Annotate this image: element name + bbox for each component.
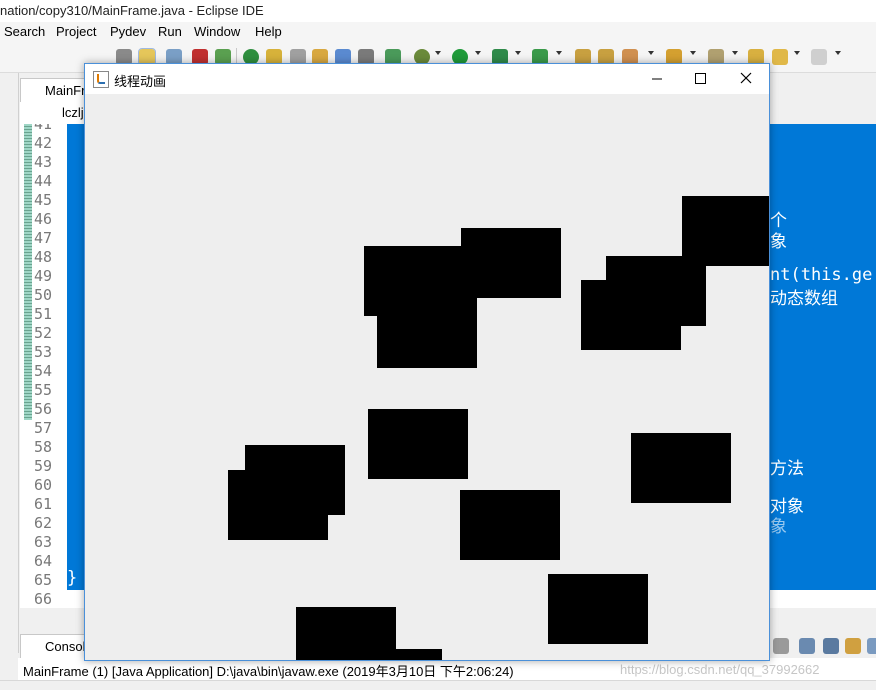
line-number: 63	[34, 533, 53, 551]
moving-rectangle	[631, 433, 731, 503]
moving-rectangle	[228, 470, 328, 540]
line-number: 52	[34, 324, 53, 342]
chevron-down-icon[interactable]	[648, 51, 654, 55]
line-number: 42	[34, 134, 53, 152]
scroll-lock-icon[interactable]	[799, 638, 815, 654]
line-number: 56	[34, 400, 53, 418]
watermark: https://blog.csdn.net/qq_37992662	[620, 662, 820, 677]
console-launch-info: MainFrame (1) [Java Application] D:\java…	[23, 664, 514, 679]
animation-canvas	[85, 94, 769, 660]
line-number: 53	[34, 343, 53, 361]
chevron-down-icon[interactable]	[435, 51, 441, 55]
menu-project[interactable]: Project	[56, 24, 96, 39]
breadcrumb-label: lczlj	[62, 105, 84, 120]
code-fragment: 象	[770, 517, 787, 537]
chevron-down-icon[interactable]	[475, 51, 481, 55]
java-cup-icon	[93, 71, 109, 88]
line-number: 47	[34, 229, 53, 247]
line-number: 61	[34, 495, 53, 513]
code-fragment: nt(this.ge	[770, 265, 873, 285]
breadcrumb[interactable]: lczlj	[20, 102, 86, 125]
console-tab[interactable]: Consol	[20, 634, 86, 659]
change-ruler	[24, 124, 32, 420]
code-fragment: 象	[770, 232, 787, 252]
code-fragment: 方法	[770, 459, 804, 479]
closing-brace: }	[67, 568, 78, 588]
line-number: 60	[34, 476, 53, 494]
line-number: 57	[34, 419, 53, 437]
maximize-button[interactable]	[677, 64, 723, 94]
eclipse-menu-bar: Search Project Pydev Run Window Help	[0, 22, 876, 42]
menu-search[interactable]: Search	[4, 24, 45, 39]
chevron-down-icon[interactable]	[835, 51, 841, 55]
maximize-icon	[695, 73, 706, 84]
close-button[interactable]	[723, 64, 769, 94]
moving-rectangle	[374, 649, 442, 660]
line-number: 51	[34, 305, 53, 323]
console-tab-label: Consol	[45, 639, 86, 654]
line-number: 50	[34, 286, 53, 304]
minimize-icon	[652, 78, 662, 80]
minimize-button[interactable]	[634, 64, 680, 94]
remove-launch-icon[interactable]	[773, 638, 789, 654]
animation-window-title-bar[interactable]: 线程动画	[85, 64, 769, 94]
eclipse-title-bar: nation/copy310/MainFrame.java - Eclipse …	[0, 0, 876, 22]
line-number: 54	[34, 362, 53, 380]
animation-window-title: 线程动画	[114, 74, 167, 89]
editor-tab-label: MainFr	[45, 83, 86, 98]
line-number: 43	[34, 153, 53, 171]
line-number: 66	[34, 590, 53, 608]
line-number: 59	[34, 457, 53, 475]
line-number: 62	[34, 514, 53, 532]
animation-window[interactable]: 线程动画	[84, 63, 770, 661]
line-number: 45	[34, 191, 53, 209]
code-fragment: 动态数组	[770, 289, 838, 309]
line-number: 55	[34, 381, 53, 399]
moving-rectangle	[460, 490, 560, 560]
chevron-down-icon[interactable]	[515, 51, 521, 55]
menu-pydev[interactable]: Pydev	[110, 24, 146, 39]
console-toolbar	[769, 636, 876, 656]
moving-rectangle	[548, 574, 648, 644]
chevron-down-icon[interactable]	[690, 51, 696, 55]
line-number: 48	[34, 248, 53, 266]
moving-rectangle	[368, 409, 468, 479]
eclipse-title: nation/copy310/MainFrame.java - Eclipse …	[0, 3, 264, 18]
moving-rectangle	[377, 298, 477, 368]
editor-tab-mainframe[interactable]: MainFr	[20, 78, 88, 103]
chevron-down-icon[interactable]	[732, 51, 738, 55]
back-icon[interactable]	[772, 49, 788, 65]
menu-run[interactable]: Run	[158, 24, 182, 39]
line-number: 58	[34, 438, 53, 456]
line-number: 46	[34, 210, 53, 228]
menu-window[interactable]: Window	[194, 24, 240, 39]
chevron-down-icon[interactable]	[794, 51, 800, 55]
forward-icon[interactable]	[811, 49, 827, 65]
pin-console-icon[interactable]	[845, 638, 861, 654]
menu-help[interactable]: Help	[255, 24, 282, 39]
chevron-down-icon[interactable]	[556, 51, 562, 55]
line-number: 44	[34, 172, 53, 190]
left-side-strip	[0, 73, 19, 653]
moving-rectangle	[581, 280, 681, 350]
line-number: 49	[34, 267, 53, 285]
display-console-icon[interactable]	[867, 638, 876, 654]
moving-rectangle	[461, 228, 561, 298]
word-wrap-icon[interactable]	[823, 638, 839, 654]
line-number: 41	[34, 124, 53, 133]
close-icon	[740, 72, 752, 84]
